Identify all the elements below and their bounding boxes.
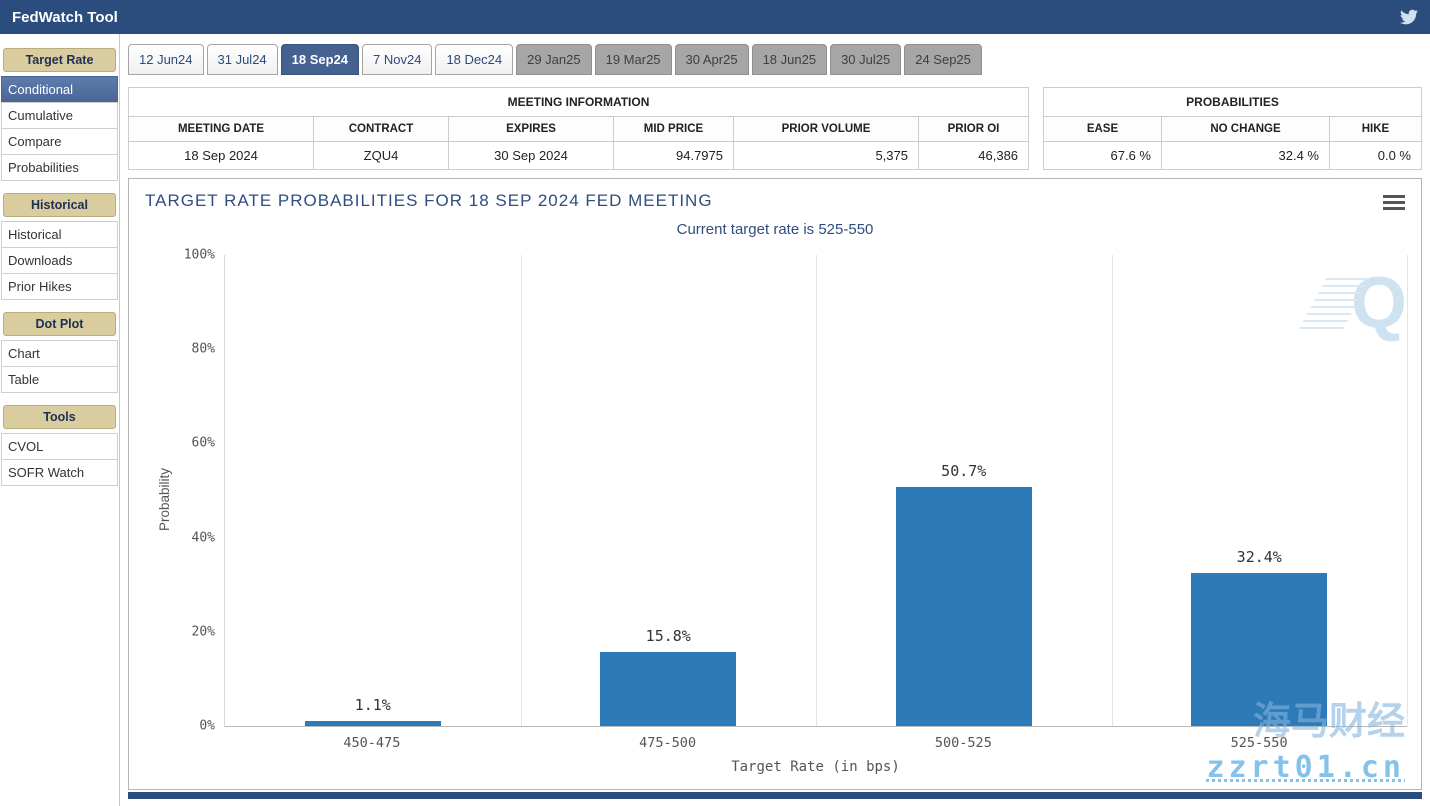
bar-500-525[interactable]: [896, 487, 1032, 726]
meeting-info-title: MEETING INFORMATION: [129, 88, 1029, 117]
info-row: MEETING INFORMATION MEETING DATECONTRACT…: [128, 87, 1422, 170]
sidebar-item-compare[interactable]: Compare: [1, 128, 118, 155]
sidebar-item-cvol[interactable]: CVOL: [1, 433, 118, 460]
bar-slot-525-550: 32.4%: [1112, 255, 1408, 726]
meeting-info-header-5: PRIOR OI: [919, 117, 1029, 142]
tab-12-jun24[interactable]: 12 Jun24: [128, 44, 204, 75]
sidebar-item-prior-hikes[interactable]: Prior Hikes: [1, 273, 118, 300]
tab-30-jul25[interactable]: 30 Jul25: [830, 44, 901, 75]
probabilities-header-1: NO CHANGE: [1162, 117, 1330, 142]
tab-19-mar25[interactable]: 19 Mar25: [595, 44, 672, 75]
tab-29-jan25[interactable]: 29 Jan25: [516, 44, 592, 75]
chart-subtitle: Current target rate is 525-550: [129, 221, 1421, 238]
chart-export-menu-icon[interactable]: [1383, 195, 1405, 213]
footer-bar: [128, 792, 1422, 799]
bar-slot-450-475: 1.1%: [225, 255, 521, 726]
y-tick-label: 40%: [192, 530, 215, 545]
tab-24-sep25[interactable]: 24 Sep25: [904, 44, 982, 75]
meeting-info-header-4: PRIOR VOLUME: [734, 117, 919, 142]
plot-area: 0%20%40%60%80%100%1.1%15.8%50.7%32.4%: [224, 255, 1407, 727]
x-category-label: 450-475: [224, 735, 520, 751]
tab-7-nov24[interactable]: 7 Nov24: [362, 44, 432, 75]
meeting-info-table: MEETING INFORMATION MEETING DATECONTRACT…: [128, 87, 1029, 170]
tab-18-sep24[interactable]: 18 Sep24: [281, 44, 359, 75]
chart-panel: TARGET RATE PROBABILITIES FOR 18 SEP 202…: [128, 178, 1422, 790]
chart-title: TARGET RATE PROBABILITIES FOR 18 SEP 202…: [145, 191, 713, 211]
tab-31-jul24[interactable]: 31 Jul24: [207, 44, 278, 75]
meeting-info-header-3: MID PRICE: [614, 117, 734, 142]
probabilities-value-0: 67.6 %: [1044, 142, 1162, 170]
bar-slot-475-500: 15.8%: [521, 255, 817, 726]
sidebar-section-dot-plot: Dot Plot: [3, 312, 116, 336]
probabilities-values: 67.6 %32.4 %0.0 %: [1044, 142, 1422, 170]
meeting-info-header-2: EXPIRES: [449, 117, 614, 142]
y-tick-label: 100%: [184, 248, 215, 263]
sidebar-item-historical[interactable]: Historical: [1, 221, 118, 248]
probabilities-header-2: HIKE: [1330, 117, 1422, 142]
meeting-info-value-2: 30 Sep 2024: [449, 142, 614, 170]
bar-475-500[interactable]: [600, 652, 736, 726]
y-tick-label: 0%: [199, 719, 215, 734]
meeting-info-value-5: 46,386: [919, 142, 1029, 170]
sidebar-item-downloads[interactable]: Downloads: [1, 247, 118, 274]
sidebar-item-cumulative[interactable]: Cumulative: [1, 102, 118, 129]
bar-value-label: 1.1%: [225, 696, 521, 714]
y-tick-label: 60%: [192, 436, 215, 451]
sidebar-item-conditional[interactable]: Conditional: [1, 76, 118, 103]
x-category-label: 475-500: [520, 735, 816, 751]
twitter-icon[interactable]: [1400, 8, 1418, 26]
tab-18-jun25[interactable]: 18 Jun25: [752, 44, 828, 75]
sidebar-item-table[interactable]: Table: [1, 366, 118, 393]
meeting-info-value-0: 18 Sep 2024: [129, 142, 314, 170]
category-gridline: [1407, 255, 1408, 726]
x-category-label: 500-525: [816, 735, 1112, 751]
main-content: 12 Jun2431 Jul2418 Sep247 Nov2418 Dec242…: [120, 34, 1430, 806]
tab-18-dec24[interactable]: 18 Dec24: [435, 44, 513, 75]
meeting-info-value-1: ZQU4: [314, 142, 449, 170]
sidebar: Target RateConditionalCumulativeCompareP…: [0, 34, 120, 806]
y-tick-label: 20%: [192, 624, 215, 639]
sidebar-item-chart[interactable]: Chart: [1, 340, 118, 367]
app-title: FedWatch Tool: [12, 9, 118, 26]
tab-30-apr25[interactable]: 30 Apr25: [675, 44, 749, 75]
app-header: FedWatch Tool: [0, 0, 1430, 34]
bar-450-475[interactable]: [305, 721, 441, 726]
meeting-info-headers: MEETING DATECONTRACTEXPIRESMID PRICEPRIO…: [129, 117, 1029, 142]
x-category-label: 525-550: [1111, 735, 1407, 751]
probabilities-table: PROBABILITIES EASENO CHANGEHIKE 67.6 %32…: [1043, 87, 1422, 170]
bar-value-label: 32.4%: [1112, 548, 1408, 566]
bar-525-550[interactable]: [1191, 573, 1327, 726]
probabilities-value-1: 32.4 %: [1162, 142, 1330, 170]
sidebar-item-probabilities[interactable]: Probabilities: [1, 154, 118, 181]
meeting-info-value-3: 94.7975: [614, 142, 734, 170]
sidebar-section-target-rate: Target Rate: [3, 48, 116, 72]
page-layout: Target RateConditionalCumulativeCompareP…: [0, 34, 1430, 806]
meeting-tabs: 12 Jun2431 Jul2418 Sep247 Nov2418 Dec242…: [128, 34, 1422, 75]
x-axis-categories: 450-475475-500500-525525-550: [224, 735, 1407, 751]
bar-value-label: 15.8%: [521, 627, 817, 645]
meeting-info-value-4: 5,375: [734, 142, 919, 170]
bar-value-label: 50.7%: [816, 462, 1112, 480]
meeting-info-header-1: CONTRACT: [314, 117, 449, 142]
probabilities-value-2: 0.0 %: [1330, 142, 1422, 170]
probabilities-title: PROBABILITIES: [1044, 88, 1422, 117]
sidebar-section-historical: Historical: [3, 193, 116, 217]
y-axis-label: Probability: [157, 389, 172, 609]
bar-slot-500-525: 50.7%: [816, 255, 1112, 726]
probabilities-header-0: EASE: [1044, 117, 1162, 142]
x-axis-label: Target Rate (in bps): [224, 759, 1407, 775]
probabilities-headers: EASENO CHANGEHIKE: [1044, 117, 1422, 142]
meeting-info-header-0: MEETING DATE: [129, 117, 314, 142]
sidebar-item-sofr-watch[interactable]: SOFR Watch: [1, 459, 118, 486]
meeting-info-values: 18 Sep 2024ZQU430 Sep 202494.79755,37546…: [129, 142, 1029, 170]
y-tick-label: 80%: [192, 342, 215, 357]
sidebar-section-tools: Tools: [3, 405, 116, 429]
